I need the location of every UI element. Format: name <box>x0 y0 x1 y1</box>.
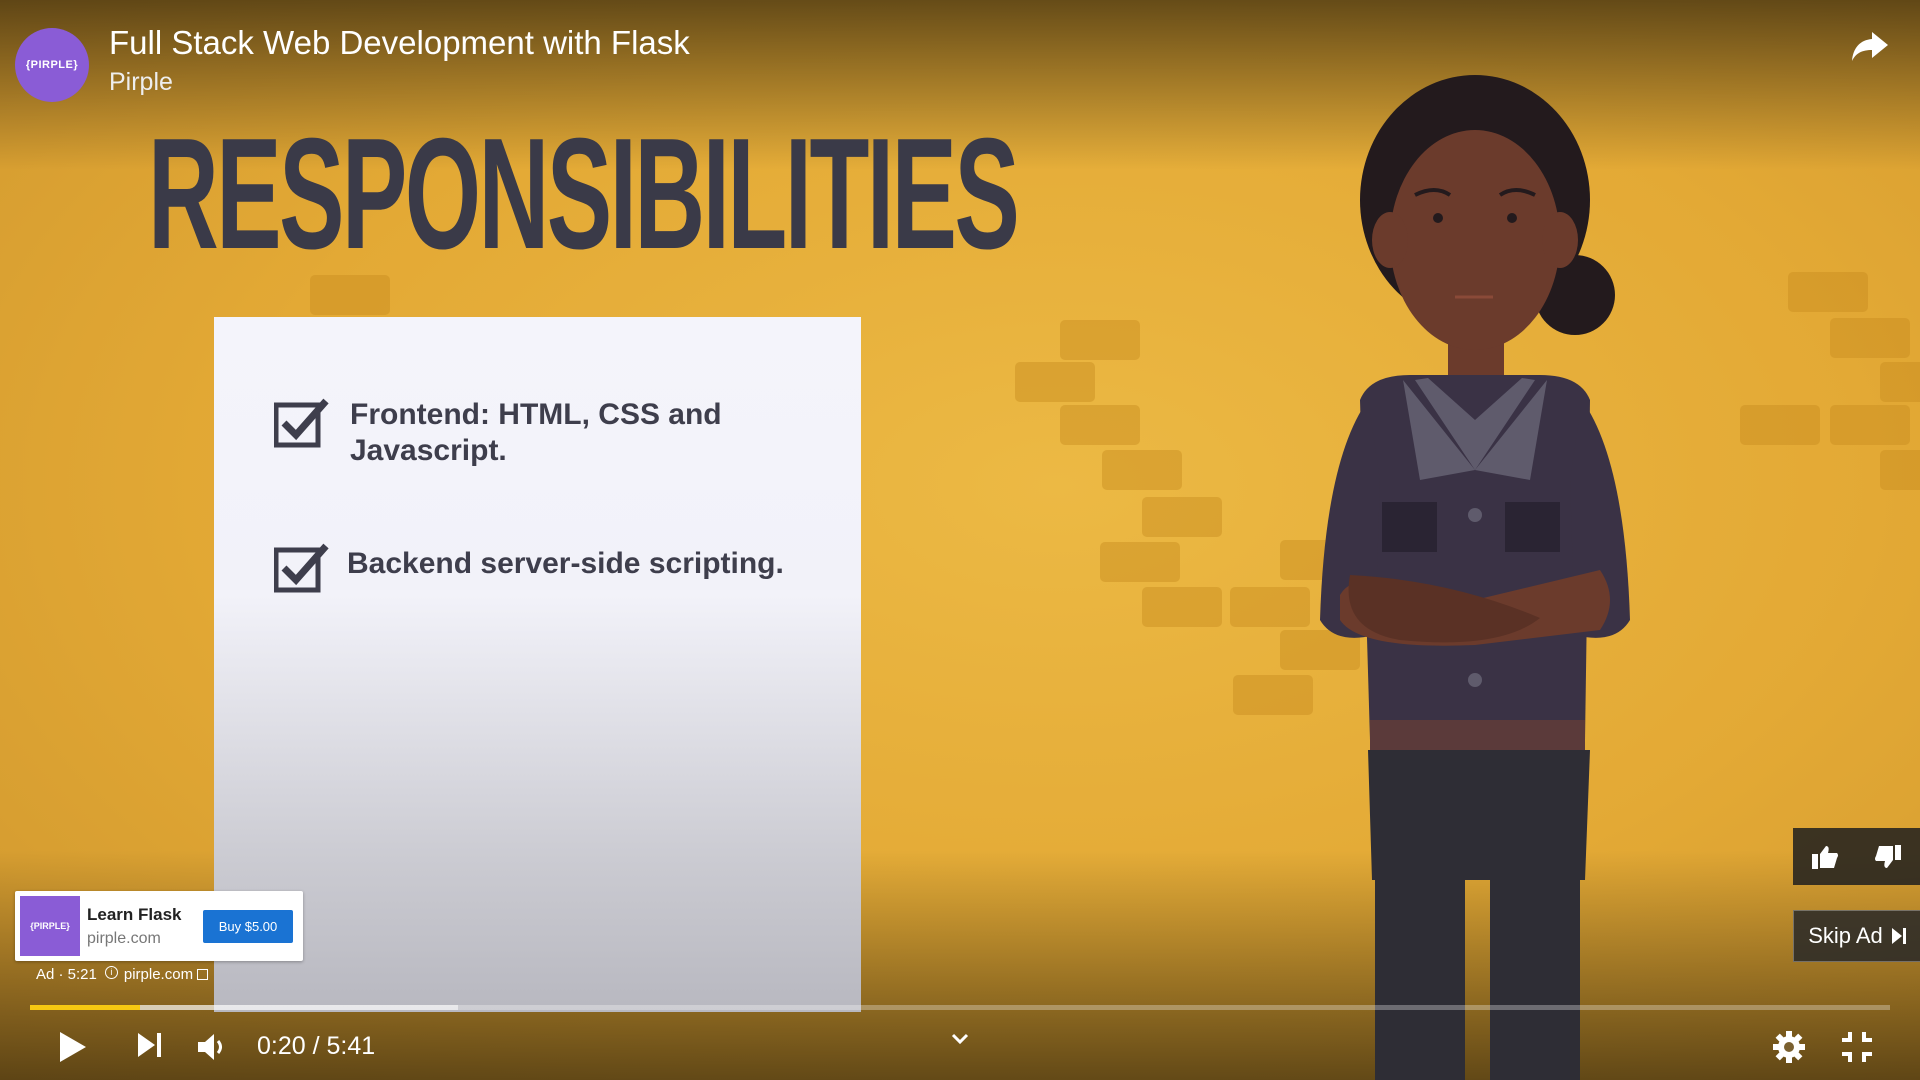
thumbs-down-icon[interactable] <box>1874 844 1902 870</box>
buy-button[interactable]: Buy $5.00 <box>203 910 293 943</box>
external-link-icon[interactable] <box>197 969 209 980</box>
ad-domain[interactable]: pirple.com <box>87 930 161 948</box>
settings-button[interactable] <box>1772 1030 1806 1069</box>
play-button[interactable] <box>58 1030 88 1069</box>
ad-title[interactable]: Learn Flask <box>87 905 182 925</box>
checklist-item: Frontend: HTML, CSS and Javascript. <box>273 397 750 469</box>
video-player[interactable]: {PIRPLE} Full Stack Web Development with… <box>0 0 1920 1080</box>
ad-card[interactable]: {PIRPLE} Learn Flask pirple.com Buy $5.0… <box>15 891 303 961</box>
checklist-item: Backend server-side scripting. <box>273 542 827 593</box>
progress-played <box>30 1005 140 1010</box>
next-button[interactable] <box>136 1030 164 1065</box>
share-icon[interactable] <box>1850 26 1890 66</box>
play-icon <box>60 1032 86 1062</box>
skip-next-icon <box>138 1033 161 1057</box>
ad-meta: Ad · 5:21 i pirple.com <box>36 966 209 983</box>
checkbox-checked-icon <box>273 397 329 448</box>
skip-ad-button[interactable]: Skip Ad <box>1793 910 1920 962</box>
gear-icon <box>1773 1031 1805 1063</box>
exit-fullscreen-icon <box>1842 1032 1872 1062</box>
ad-meta-domain[interactable]: pirple.com <box>124 966 193 983</box>
volume-button[interactable] <box>196 1030 230 1069</box>
checkbox-checked-icon <box>273 542 329 593</box>
video-title[interactable]: Full Stack Web Development with Flask <box>109 24 690 62</box>
channel-name[interactable]: Pirple <box>109 68 173 97</box>
skip-ad-label: Skip Ad <box>1808 923 1883 948</box>
channel-avatar[interactable]: {PIRPLE} <box>15 28 89 102</box>
slide-heading: RESPONSIBILITIES <box>148 106 1020 282</box>
checklist-text: Frontend: HTML, CSS and Javascript. <box>350 398 722 467</box>
thumbs-up-icon[interactable] <box>1811 844 1839 870</box>
volume-icon <box>198 1034 222 1060</box>
skip-next-icon <box>1891 928 1906 944</box>
rating-box <box>1793 828 1920 885</box>
exit-fullscreen-button[interactable] <box>1840 1030 1874 1069</box>
presenter-illustration <box>1300 40 1680 1080</box>
ad-thumbnail[interactable]: {PIRPLE} <box>20 896 80 956</box>
progress-bar[interactable] <box>30 1005 1890 1010</box>
info-icon[interactable]: i <box>104 966 118 979</box>
time-display: 0:20 / 5:41 <box>257 1032 376 1060</box>
checklist-text: Backend server-side scripting. <box>347 547 784 580</box>
slide-card: Frontend: HTML, CSS and Javascript. Back… <box>214 317 861 1012</box>
ad-label: Ad · 5:21 <box>36 966 97 983</box>
chevron-down-icon[interactable] <box>950 1032 970 1051</box>
